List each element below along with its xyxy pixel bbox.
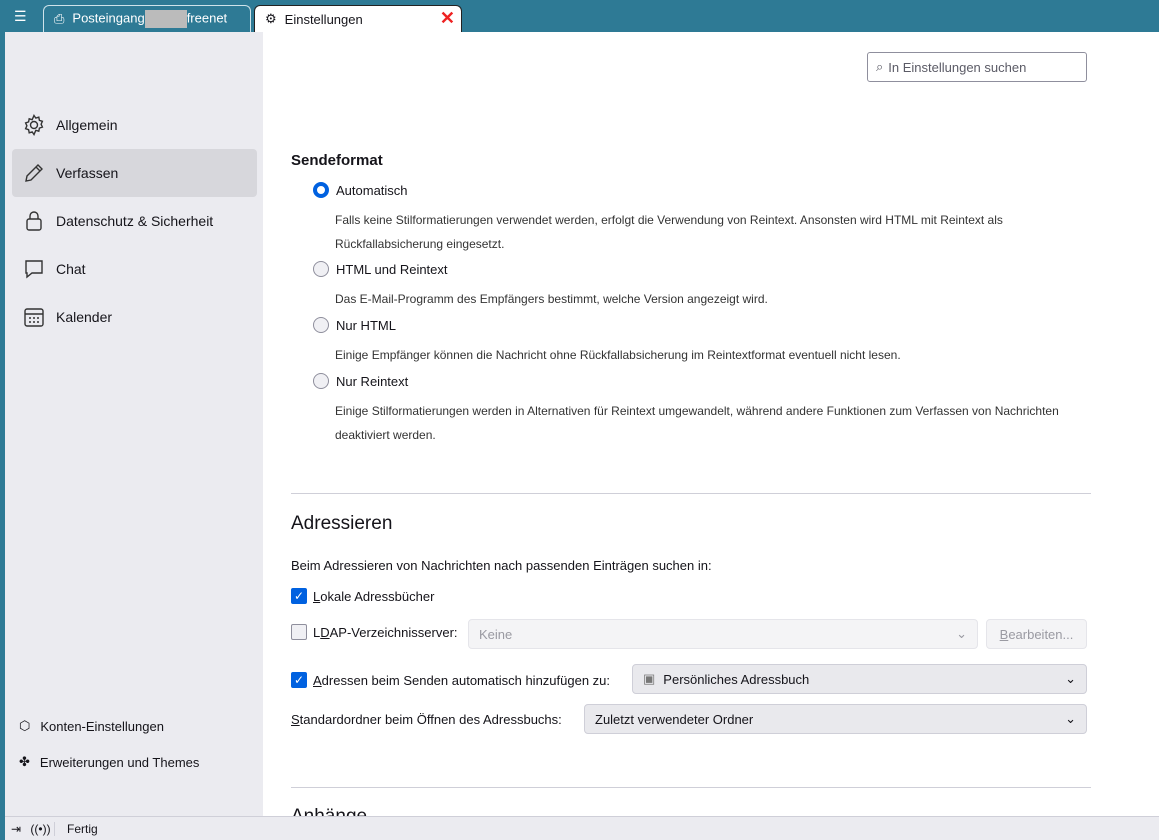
radio-button[interactable] xyxy=(313,182,329,198)
checkbox-ldap[interactable]: LDAP-Verzeichnisserver: xyxy=(291,624,458,640)
sidebar-item-general[interactable]: Allgemein xyxy=(12,101,257,149)
addons-themes-link[interactable]: ✤ Erweiterungen und Themes xyxy=(19,754,199,770)
search-placeholder: In Einstellungen suchen xyxy=(888,59,1027,75)
online-status-icon[interactable]: ((•)) xyxy=(27,821,55,836)
divider xyxy=(291,493,1091,494)
account-icon: ⬡ xyxy=(19,718,31,733)
section-title-attachments: Anhänge xyxy=(291,806,367,816)
label: Konten-Einstellungen xyxy=(40,718,164,734)
label-rest: tandardordner beim Öffnen des Adressbuch… xyxy=(299,712,562,727)
description: Einige Empfänger können die Nachricht oh… xyxy=(335,348,901,362)
tab-label: Einstellungen xyxy=(284,11,363,27)
accesskey: B xyxy=(999,626,1009,642)
puzzle-icon: ✤ xyxy=(19,754,30,769)
label: Chat xyxy=(56,261,86,277)
description: Das E-Mail-Programm des Empfängers besti… xyxy=(335,292,768,306)
label: Verfassen xyxy=(56,165,119,181)
checkbox[interactable]: ✓ xyxy=(291,672,307,688)
tab-inbox[interactable]: ⎙ Posteingang freenet xyxy=(43,5,251,32)
spaces-toolbar-icon[interactable]: ☰ xyxy=(14,8,32,24)
pencil-icon xyxy=(25,164,43,182)
checkbox-auto-add[interactable]: ✓ Adressen beim Senden automatisch hinzuf… xyxy=(291,672,610,688)
addressbook-icon: ▣ xyxy=(643,671,656,686)
description: Einige Stilformatierungen werden in Alte… xyxy=(335,404,1059,442)
radio-html-and-plain[interactable]: HTML und Reintext xyxy=(313,261,448,277)
status-bar: ⇥ ((•)) Fertig xyxy=(5,816,1159,840)
section-title-send-format: Sendeformat xyxy=(291,152,383,169)
label: Erweiterungen und Themes xyxy=(39,754,200,770)
label-rest: dressen beim Senden automatisch hinzufüg… xyxy=(321,672,611,688)
tab-settings[interactable]: ⚙ Einstellungen ✕ xyxy=(254,5,462,32)
label: LDAP-Verzeichnisserver: xyxy=(313,625,458,640)
chevron-down-icon: ⌄ xyxy=(956,626,967,641)
sidebar-item-privacy[interactable]: Datenschutz & Sicherheit xyxy=(12,197,257,245)
radio-html-only[interactable]: Nur HTML xyxy=(313,317,396,333)
lock-icon xyxy=(26,211,42,231)
select-value: Keine xyxy=(479,626,513,642)
chevron-down-icon: ⌄ xyxy=(1065,711,1076,726)
accesskey: D xyxy=(320,624,330,640)
label: Allgemein xyxy=(56,117,118,133)
chevron-down-icon: ⌄ xyxy=(1065,671,1076,686)
tab-label: Posteingang xyxy=(72,10,145,26)
addressing-intro: Beim Adressieren von Nachrichten nach pa… xyxy=(291,558,712,573)
tab-bar: ☰ ⎙ Posteingang freenet ⚙ Einstellungen ✕ xyxy=(0,0,1159,32)
label: Kalender xyxy=(56,309,113,325)
select-value: Persönliches Adressbuch xyxy=(663,671,810,687)
radio-plain-only[interactable]: Nur Reintext xyxy=(313,373,408,389)
accesskey: A xyxy=(313,672,322,688)
edit-ldap-button[interactable]: Bearbeiten... xyxy=(986,619,1087,649)
gear-icon: ⚙ xyxy=(265,11,277,26)
label: Datenschutz & Sicherheit xyxy=(56,213,214,229)
ldap-server-select[interactable]: Keine ⌄ xyxy=(468,619,978,649)
label: Lokale Adressbücher xyxy=(313,589,434,604)
sidebar: Allgemein Verfassen Datenschutz & Sicher… xyxy=(5,32,263,816)
label: Automatisch xyxy=(336,182,408,198)
default-folder-label: Standardordner beim Öffnen des Adressbuc… xyxy=(291,712,562,727)
auto-add-addressbook-select[interactable]: ▣ Persönliches Adressbuch ⌄ xyxy=(632,664,1087,694)
label-rest: AP-Verzeichnisserver: xyxy=(329,624,458,640)
checkbox[interactable] xyxy=(291,624,307,640)
inbox-icon: ⎙ xyxy=(54,11,65,26)
checkbox[interactable]: ✓ xyxy=(291,588,307,604)
label: Nur HTML xyxy=(336,317,396,333)
search-icon: ⌕ xyxy=(876,59,884,74)
label-rest: okale Adressbücher xyxy=(320,588,435,604)
status-text: Fertig xyxy=(67,821,98,836)
radio-button[interactable] xyxy=(313,373,329,389)
tab-label-suffix: freenet xyxy=(186,10,228,26)
radio-button[interactable] xyxy=(313,261,329,277)
sidebar-item-calendar[interactable]: Kalender xyxy=(12,293,257,341)
accesskey: S xyxy=(291,712,300,727)
calendar-icon xyxy=(24,308,44,327)
gear-icon xyxy=(24,114,44,136)
account-settings-link[interactable]: ⬡ Konten-Einstellungen xyxy=(19,718,164,734)
divider xyxy=(291,787,1091,788)
close-tab-icon[interactable]: ✕ xyxy=(440,8,455,29)
default-folder-select[interactable]: Zuletzt verwendeter Ordner ⌄ xyxy=(584,704,1087,734)
label: Adressen beim Senden automatisch hinzufü… xyxy=(313,673,610,688)
sidebar-item-chat[interactable]: Chat xyxy=(12,245,257,293)
radio-automatic[interactable]: Automatisch xyxy=(313,182,408,198)
radio-button[interactable] xyxy=(313,317,329,333)
sidebar-item-compose[interactable]: Verfassen xyxy=(12,149,257,197)
chat-icon xyxy=(25,260,43,279)
label: earbeiten... xyxy=(1008,626,1074,642)
select-value: Zuletzt verwendeter Ordner xyxy=(595,711,754,727)
label: Nur Reintext xyxy=(336,373,409,389)
collapse-icon[interactable]: ⇥ xyxy=(5,822,27,836)
checkbox-local-addressbooks[interactable]: ✓ Lokale Adressbücher xyxy=(291,588,434,604)
description: Falls keine Stilformatierungen verwendet… xyxy=(335,213,1003,251)
section-title-addressing: Adressieren xyxy=(291,513,393,534)
settings-search-input[interactable]: ⌕ In Einstellungen suchen xyxy=(867,52,1087,82)
redacted xyxy=(144,10,187,28)
label: HTML und Reintext xyxy=(336,261,448,277)
